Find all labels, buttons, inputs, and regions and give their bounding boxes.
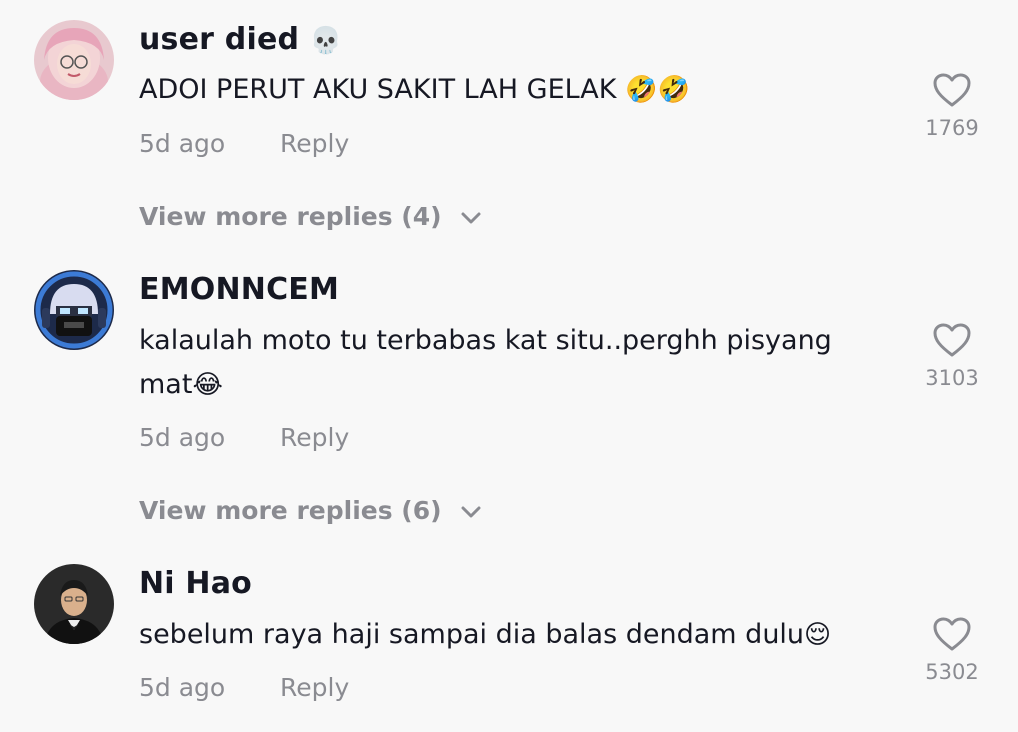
comment-username[interactable]: EMONNCEM xyxy=(139,272,339,307)
like-count: 5302 xyxy=(925,660,979,684)
user-avatar[interactable] xyxy=(34,20,114,100)
view-more-label: View more replies (6) xyxy=(139,496,442,525)
view-more-label: View more replies (4) xyxy=(139,202,442,231)
view-more-replies[interactable]: View more replies (6) xyxy=(139,496,482,525)
comment-meta: 5d ago Reply xyxy=(139,423,349,452)
like-count: 1769 xyxy=(925,116,979,140)
reply-button[interactable]: Reply xyxy=(280,129,349,158)
comment-username[interactable]: Ni Hao xyxy=(139,566,252,601)
skull-emoji-icon: 💀 xyxy=(309,26,343,56)
chevron-down-icon xyxy=(461,506,481,518)
comment-body: sebelum raya haji sampai dia balas denda… xyxy=(139,619,805,650)
like-button[interactable]: 1769 xyxy=(916,72,988,140)
comment-body: ADOI PERUT AKU SAKIT LAH GELAK xyxy=(139,74,617,105)
comment-text: ADOI PERUT AKU SAKIT LAH GELAK 🤣🤣 xyxy=(139,68,869,112)
laughing-tears-emoji-icon: 😂 xyxy=(192,370,223,400)
comment-meta: 5d ago Reply xyxy=(139,129,349,158)
heart-outline-icon xyxy=(933,617,971,651)
reply-button[interactable]: Reply xyxy=(280,673,349,702)
comment-text: kalaulah moto tu terbabas kat situ..perg… xyxy=(139,319,869,407)
heart-outline-icon xyxy=(933,73,971,107)
comment-timestamp: 5d ago xyxy=(139,423,226,452)
avatar-masked-gamer-icon xyxy=(34,270,114,350)
user-avatar[interactable] xyxy=(34,270,114,350)
comment-username[interactable]: user died 💀 xyxy=(139,22,342,57)
rofl-emoji-icon: 🤣🤣 xyxy=(625,75,690,105)
username-text: user died xyxy=(139,22,300,57)
username-text: Ni Hao xyxy=(139,566,252,601)
comment-timestamp: 5d ago xyxy=(139,129,226,158)
comment-body: kalaulah moto tu terbabas kat situ..perg… xyxy=(139,325,832,400)
relieved-face-emoji-icon: 😌 xyxy=(804,620,832,650)
like-button[interactable]: 5302 xyxy=(916,616,988,684)
comment-text: sebelum raya haji sampai dia balas denda… xyxy=(139,613,869,657)
avatar-girl-icon xyxy=(34,20,114,100)
like-button[interactable]: 3103 xyxy=(916,322,988,390)
like-count: 3103 xyxy=(925,366,979,390)
user-avatar[interactable] xyxy=(34,564,114,644)
avatar-man-tuxedo-icon xyxy=(34,564,114,644)
username-text: EMONNCEM xyxy=(139,272,340,307)
chevron-down-icon xyxy=(461,212,481,224)
comment-meta: 5d ago Reply xyxy=(139,673,349,702)
reply-button[interactable]: Reply xyxy=(280,423,349,452)
comment-timestamp: 5d ago xyxy=(139,673,226,702)
heart-outline-icon xyxy=(933,323,971,357)
view-more-replies[interactable]: View more replies (4) xyxy=(139,202,482,231)
